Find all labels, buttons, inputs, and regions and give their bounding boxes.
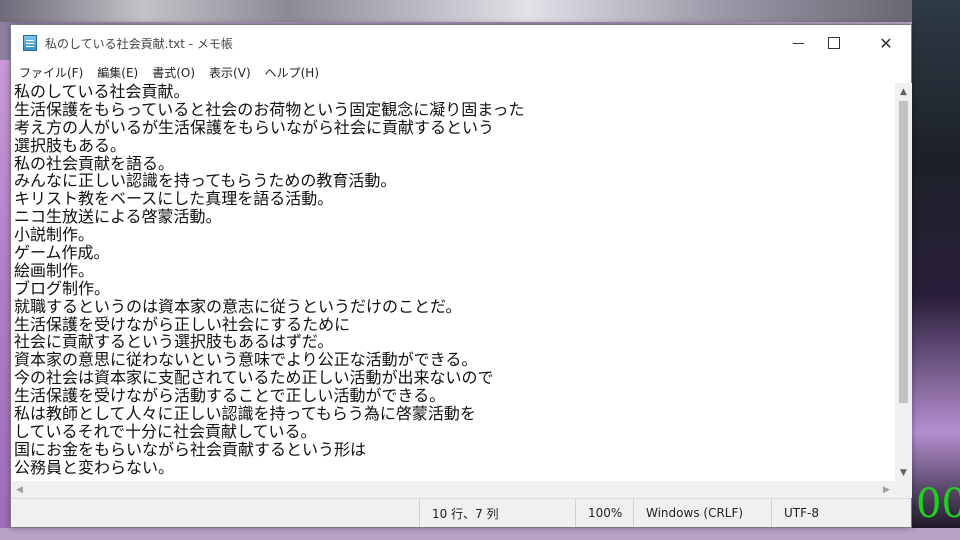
text-line: ブログ制作。 — [14, 278, 111, 298]
status-bar: 10 行、7 列 100% Windows (CRLF) UTF-8 — [11, 498, 911, 527]
vertical-scroll-thumb[interactable] — [899, 101, 908, 403]
notepad-window: 私のしている社会貢献.txt - メモ帳 ✕ ファイル(F) 編集(E) 書式(… — [10, 24, 912, 528]
text-line: しているそれで十分に社会貢献している。 — [14, 421, 317, 441]
text-line: 公務員と変わらない。 — [14, 457, 175, 477]
notepad-icon — [23, 35, 37, 51]
background-digits: 00 — [916, 481, 960, 527]
vertical-scrollbar[interactable]: ▲ ▼ — [895, 83, 912, 481]
desktop-background-right — [912, 0, 960, 540]
text-line: 生活保護を受けながら活動することで正しい活動ができる。 — [14, 386, 446, 406]
text-line: 生活保護を受けながら正しい社会にするために — [14, 314, 351, 334]
menu-file[interactable]: ファイル(F) — [13, 64, 89, 81]
title-bar[interactable]: 私のしている社会貢献.txt - メモ帳 ✕ — [11, 25, 911, 61]
menu-help[interactable]: ヘルプ(H) — [259, 64, 325, 81]
text-line: ニコ生放送による啓蒙活動。 — [14, 207, 222, 227]
text-line: みんなに正しい認識を持ってもらうための教育活動。 — [14, 171, 397, 191]
text-line: 生活保護をもらっていると社会のお荷物という固定観念に凝り固まった — [14, 99, 525, 119]
menu-edit[interactable]: 編集(E) — [91, 64, 144, 81]
desktop-background-bottom — [0, 528, 960, 540]
scroll-down-icon[interactable]: ▼ — [895, 464, 912, 481]
text-line: 私は教師として人々に正しい認識を持ってもらう為に啓蒙活動を — [14, 404, 476, 424]
window-title: 私のしている社会貢献.txt - メモ帳 — [45, 37, 233, 51]
desktop-background-top — [0, 0, 960, 22]
text-line: 国にお金をもらいながら社会貢献するという形は — [14, 439, 367, 459]
close-button[interactable]: ✕ — [863, 25, 909, 61]
text-editor[interactable]: 私のしている社会貢献。 生活保護をもらっていると社会のお荷物という固定観念に凝り… — [11, 83, 895, 481]
maximize-button[interactable] — [811, 25, 857, 61]
editor-text[interactable]: 私のしている社会貢献。 生活保護をもらっていると社会のお荷物という固定観念に凝り… — [11, 83, 895, 477]
text-line: キリスト教をベースにした真理を語る活動。 — [14, 189, 334, 209]
horizontal-scrollbar[interactable]: ◀ ▶ — [11, 481, 895, 498]
cursor-position: 10 行、7 列 — [419, 499, 575, 527]
text-line: ゲーム作成。 — [14, 243, 110, 263]
text-line: 選択肢もある。 — [14, 135, 127, 155]
scrollbar-corner — [895, 481, 912, 498]
menu-bar: ファイル(F) 編集(E) 書式(O) 表示(V) ヘルプ(H) — [11, 61, 911, 83]
scroll-right-icon[interactable]: ▶ — [878, 481, 895, 498]
text-line: 今の社会は資本家に支配されているため正しい活動が出来ないので — [14, 368, 494, 388]
text-line: 資本家の意思に従わないという意味でより公正な活動ができる。 — [14, 350, 478, 370]
text-line: 絵画制作。 — [14, 260, 95, 280]
text-line: 小説制作。 — [14, 225, 95, 245]
text-line: 就職するというのは資本家の意志に従うというだけのことだ。 — [14, 296, 462, 316]
text-line: 社会に貢献するという選択肢もあるはずだ。 — [14, 332, 334, 352]
text-line: 私の社会貢献を語る。 — [14, 153, 175, 173]
text-line: 私のしている社会貢献。 — [14, 83, 190, 101]
scroll-left-icon[interactable]: ◀ — [11, 481, 28, 498]
close-icon: ✕ — [879, 33, 893, 53]
menu-view[interactable]: 表示(V) — [203, 64, 257, 81]
line-ending: Windows (CRLF) — [633, 499, 771, 527]
text-line: 考え方の人がいるが生活保護をもらいながら社会に貢献するという — [14, 117, 495, 137]
zoom-level: 100% — [575, 499, 633, 527]
menu-format[interactable]: 書式(O) — [146, 64, 201, 81]
scroll-up-icon[interactable]: ▲ — [895, 83, 912, 100]
encoding: UTF-8 — [771, 499, 911, 527]
